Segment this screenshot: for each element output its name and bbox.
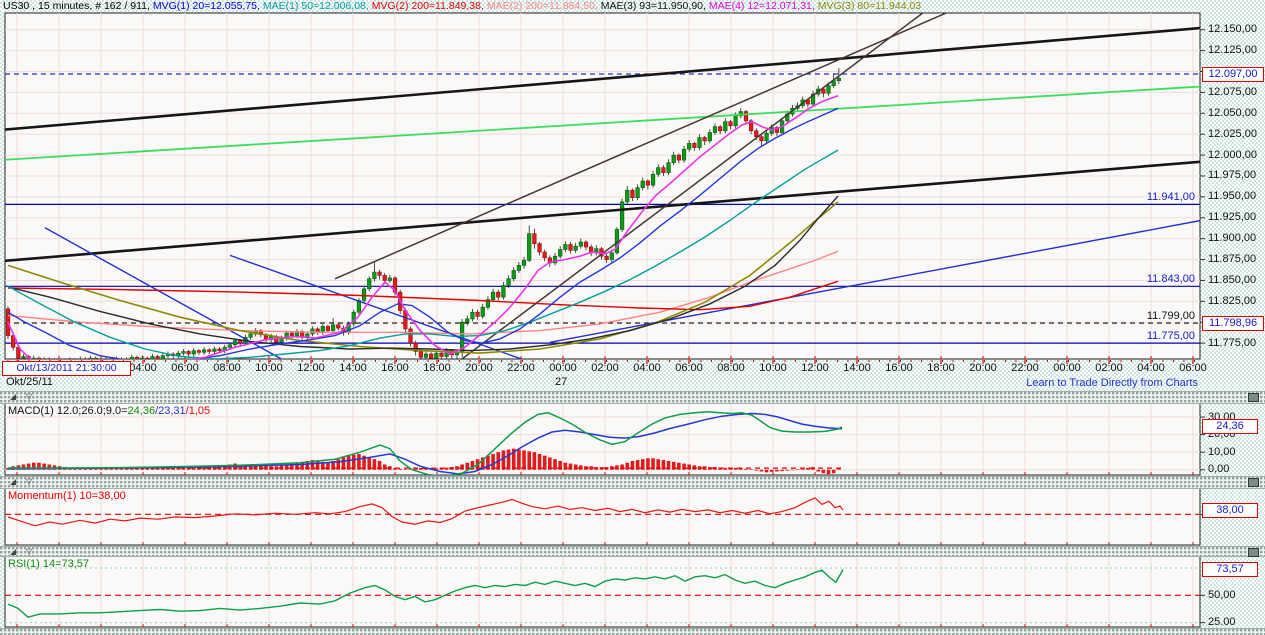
rsi-axis-label: 25.00 [1208, 616, 1236, 628]
time-axis-label: 08:00 [711, 362, 751, 374]
price-axis-value-box: 11.798,96 [1202, 316, 1264, 331]
time-axis-label: 22:00 [1005, 362, 1045, 374]
time-axis-label: 14:00 [837, 362, 877, 374]
time-axis-day-label: 27 [555, 376, 567, 388]
panel-settings-icon[interactable] [1248, 478, 1259, 487]
time-axis-label: 20:00 [459, 362, 499, 374]
rsi-panel[interactable] [5, 556, 1200, 627]
mom-value-box: 38,00 [1202, 503, 1258, 518]
legend-segment: MAE(1) 50=12.006,08, [263, 0, 372, 12]
rsi-label: RSI(1) 14=73,57 [8, 558, 89, 570]
time-axis-label: 06:00 [669, 362, 709, 374]
time-axis-label: 06:00 [1173, 362, 1213, 374]
time-axis-label: 10:00 [753, 362, 793, 374]
time-axis-label: 16:00 [879, 362, 919, 374]
price-axis-label: 11.850,00 [1208, 274, 1256, 286]
legend-segment: US30 , 15 minutes, # 162 / 911, [3, 0, 153, 12]
legend-segment: MAE(3) 93=11.950,90, [601, 0, 709, 12]
trading-chart-window: US30 , 15 minutes, # 162 / 911, MVG(1) 2… [0, 0, 1265, 635]
main-price-panel[interactable] [5, 13, 1200, 359]
expand-panel-icon[interactable]: ▽ [26, 477, 32, 486]
legend-segment: 24,36 [128, 405, 156, 417]
learn-to-trade-link[interactable]: Learn to Trade Directly from Charts [958, 377, 1198, 389]
price-axis-label: 12.025,00 [1208, 128, 1257, 140]
price-axis-label: 12.150,00 [1208, 23, 1257, 35]
time-axis-label: 12:00 [795, 362, 835, 374]
time-axis-label: 20:00 [963, 362, 1003, 374]
rsi-value-box: 73,57 [1202, 562, 1258, 577]
collapse-panel-icon[interactable]: ◢ [10, 547, 16, 556]
legend-segment: /23,31 [155, 405, 186, 417]
momentum-label: Momentum(1) 10=38,00 [8, 490, 126, 502]
price-axis-label: 11.975,00 [1208, 169, 1256, 181]
time-axis-label: 12:00 [291, 362, 331, 374]
collapse-panel-icon[interactable]: ◢ [10, 392, 16, 401]
time-axis-label: 16:00 [375, 362, 415, 374]
price-axis-label: 12.000,00 [1208, 149, 1257, 161]
panel-separator [0, 628, 1265, 635]
time-axis-label: 04:00 [1131, 362, 1171, 374]
price-axis-value-box: 12.097,00 [1202, 67, 1264, 82]
time-axis-label: 14:00 [333, 362, 373, 374]
chart-header-legend: US30 , 15 minutes, # 162 / 911, MVG(1) 2… [3, 0, 921, 13]
time-axis-label: 04:00 [627, 362, 667, 374]
price-axis-label: 11.875,00 [1208, 253, 1256, 265]
macd-axis-label: 0,00 [1208, 463, 1229, 475]
expand-panel-icon[interactable]: ▽ [26, 392, 32, 401]
legend-segment: MVG(1) 20=12.055,75, [153, 0, 263, 12]
legend-segment: MAE(4) 12=12.071,31, [709, 0, 818, 12]
level-price-label: 11.775,00 [1075, 330, 1195, 342]
momentum-panel[interactable] [5, 488, 1200, 545]
panel-settings-icon[interactable] [1248, 548, 1259, 557]
time-axis-label: 02:00 [585, 362, 625, 374]
time-axis-label: 10:00 [249, 362, 289, 374]
time-axis-label: 06:00 [165, 362, 205, 374]
time-axis-label: 18:00 [417, 362, 457, 374]
price-axis-label: 12.125,00 [1208, 44, 1257, 56]
price-axis-label: 11.925,00 [1208, 211, 1256, 223]
price-axis-label: 11.775,00 [1208, 337, 1256, 349]
legend-segment: RSI(1) 14=73,57 [8, 558, 89, 570]
time-axis-label: 00:00 [543, 362, 583, 374]
legend-segment: MACD(1) 12.0;26.0;9.0= [8, 405, 128, 417]
time-axis-label: 18:00 [921, 362, 961, 374]
macd-axis-label: 10,00 [1208, 446, 1236, 458]
price-axis-label: 12.050,00 [1208, 107, 1257, 119]
level-price-label: 11.799,00 [1075, 310, 1195, 322]
macd-label: MACD(1) 12.0;26.0;9.0=24,36/23,31/1,05 [8, 405, 210, 417]
time-axis-label: 22:00 [501, 362, 541, 374]
rsi-axis-label: 50,00 [1208, 589, 1236, 601]
price-axis-label: 11.950,00 [1208, 190, 1256, 202]
legend-segment: MVG(2) 200=11.849,38, [372, 0, 487, 12]
price-axis-label: 11.825,00 [1208, 295, 1256, 307]
legend-segment: /1,05 [186, 405, 210, 417]
expand-panel-icon[interactable]: ▽ [26, 547, 32, 556]
collapse-panel-icon[interactable]: ◢ [10, 477, 16, 486]
legend-segment: MAE(2) 200=11.884,50, [487, 0, 601, 12]
level-price-label: 11.941,00 [1075, 191, 1195, 203]
time-axis-day-label: Okt/25/11 [6, 376, 53, 388]
price-axis-label: 11.900,00 [1208, 232, 1256, 244]
panel-settings-icon[interactable] [1248, 393, 1259, 402]
cursor-time-readout: Okt/13/2011 21:30:00 [2, 361, 131, 376]
legend-segment: MVG(3) 80=11.944,03 [818, 0, 921, 12]
price-axis[interactable] [1200, 13, 1265, 359]
time-axis-label: 00:00 [1047, 362, 1087, 374]
price-axis-label: 12.075,00 [1208, 86, 1257, 98]
time-axis-label: 08:00 [207, 362, 247, 374]
legend-segment: Momentum(1) 10=38,00 [8, 490, 126, 502]
macd-value-box: 24,36 [1202, 419, 1258, 434]
level-price-label: 11.843,00 [1075, 273, 1195, 285]
time-axis-label: 02:00 [1089, 362, 1129, 374]
